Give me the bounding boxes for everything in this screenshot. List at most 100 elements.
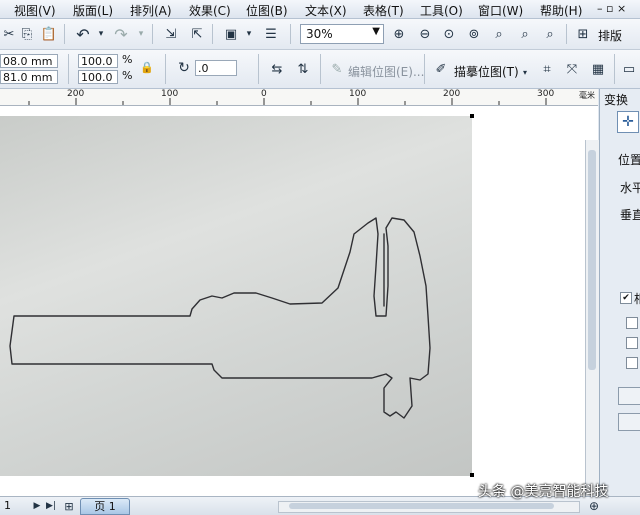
docker-tab-transform[interactable]: 变换: [604, 91, 628, 108]
transform-docker: 变换 ✛ 位置 水平 垂直 ✔ 相: [599, 89, 640, 514]
horizontal-label: 水平: [620, 181, 640, 195]
trace-bitmap-button[interactable]: 描摹位图(T): [454, 63, 519, 80]
lock-ratio-icon[interactable]: 🔒: [138, 58, 156, 76]
export-icon[interactable]: ⇱: [188, 25, 206, 43]
menu-effects[interactable]: 效果(C): [189, 2, 231, 19]
separator: [424, 54, 425, 84]
application-launcher-icon[interactable]: ▣: [222, 25, 240, 43]
menu-table[interactable]: 表格(T): [363, 2, 404, 19]
anchor-checkbox[interactable]: [626, 357, 638, 369]
ruler-tick-label: 0: [261, 89, 267, 99]
undo-dropdown-icon[interactable]: ▾: [92, 25, 110, 43]
relative-position-checkbox[interactable]: ✔: [620, 292, 632, 304]
scale-y-field[interactable]: 100.0: [78, 70, 118, 84]
watermark: 头条 @美亮智能科技: [478, 484, 609, 500]
zoom-selected-icon[interactable]: ⊙: [440, 25, 458, 43]
menu-text[interactable]: 文本(X): [305, 2, 347, 19]
apply-copy-button[interactable]: [618, 413, 640, 431]
zoom-all-icon[interactable]: ⊚: [465, 25, 483, 43]
separator: [320, 54, 321, 84]
menu-window[interactable]: 窗口(W): [478, 2, 523, 19]
zoom-height-icon[interactable]: ⌕: [541, 25, 559, 43]
window-controls[interactable]: – ▫ ×: [597, 2, 626, 15]
position-transform-icon[interactable]: ✛: [617, 111, 639, 133]
selection-handle[interactable]: [470, 473, 474, 477]
scale-x-field[interactable]: 100.0: [78, 54, 118, 68]
apply-button[interactable]: [618, 387, 640, 405]
vertical-label: 垂直: [620, 208, 640, 222]
vertical-scrollbar[interactable]: [585, 140, 599, 496]
crop-bitmap-icon[interactable]: ⌗: [538, 60, 556, 78]
menu-bitmaps[interactable]: 位图(B): [246, 2, 288, 19]
cut-icon[interactable]: ✂: [0, 25, 18, 43]
horizontal-scroll-thumb[interactable]: [289, 503, 554, 509]
bitmap-color-mask-icon[interactable]: ▦: [589, 60, 607, 78]
layout-icon[interactable]: ⊞: [574, 25, 592, 43]
ruler-tick-label: 200: [67, 89, 85, 99]
zoom-width-icon[interactable]: ⌕: [516, 25, 534, 43]
zoom-out-icon[interactable]: ⊖: [416, 25, 434, 43]
x-position-field[interactable]: 08.0 mm: [0, 54, 58, 68]
zoom-in-icon[interactable]: ⊕: [390, 25, 408, 43]
bitmap-image[interactable]: [0, 116, 472, 476]
ruler-ticks: [28, 98, 547, 105]
page-number: 1: [4, 499, 11, 512]
separator: [566, 24, 567, 44]
zoom-page-icon[interactable]: ⌕: [490, 25, 508, 43]
zoom-level-value: 30%: [306, 27, 333, 41]
menu-arrange[interactable]: 排列(A): [130, 2, 172, 19]
ruler-tick-label: 200: [443, 89, 461, 99]
menu-tools[interactable]: 工具(O): [420, 2, 463, 19]
chevron-down-icon: ▼: [372, 26, 380, 37]
resample-icon[interactable]: ⤧: [563, 60, 581, 78]
menu-help[interactable]: 帮助(H): [540, 2, 582, 19]
trace-bitmap-icon[interactable]: ✐: [432, 60, 450, 78]
y-position-field[interactable]: 81.0 mm: [0, 70, 58, 84]
edit-bitmap-icon[interactable]: ✎: [328, 60, 346, 78]
position-label: 位置: [618, 153, 640, 167]
page-tab[interactable]: 页 1: [80, 498, 130, 515]
rotation-angle-field[interactable]: .0: [195, 60, 237, 76]
vertical-scroll-thumb[interactable]: [588, 150, 596, 370]
standard-toolbar: ✂ ⎘ 📋 ↶ ▾ ↷ ▾ ⇲ ⇱ ▣ ▾ ☰ 30% ▼ ⊕ ⊖ ⊙ ⊚ ⌕ …: [0, 19, 640, 50]
redo-dropdown-icon[interactable]: ▾: [132, 25, 150, 43]
last-page-icon[interactable]: ▶|: [42, 497, 60, 515]
copy-icon[interactable]: ⎘: [18, 25, 36, 43]
ruler-tick-label: 100: [349, 89, 367, 99]
mirror-vertical-icon[interactable]: ⇅: [294, 60, 312, 78]
menu-bar: 视图(V) 版面(L) 排列(A) 效果(C) 位图(B) 文本(X) 表格(T…: [0, 0, 640, 19]
launcher-dropdown-icon[interactable]: ▾: [240, 25, 258, 43]
rotate-icon: ↻: [178, 60, 190, 76]
menu-layout[interactable]: 版面(L): [73, 2, 113, 19]
add-page-icon[interactable]: ⊞: [60, 497, 78, 515]
separator: [68, 54, 69, 84]
percent-label: %: [122, 69, 133, 82]
edit-bitmap-button[interactable]: 编辑位图(E)...: [348, 63, 424, 80]
ruler-tick-label: 300: [537, 89, 555, 99]
separator: [290, 24, 291, 44]
welcome-screen-icon[interactable]: ☰: [262, 25, 280, 43]
separator: [258, 54, 259, 84]
anchor-checkbox[interactable]: [626, 317, 638, 329]
selection-handle[interactable]: [470, 114, 474, 118]
ruler-tick-label: 100: [161, 89, 179, 99]
horizontal-ruler[interactable]: 200 100 0 100 200 300 毫米: [0, 89, 598, 106]
paste-icon[interactable]: 📋: [40, 25, 58, 43]
ruler-unit-label: 毫米: [579, 91, 595, 100]
redo-icon[interactable]: ↷: [112, 25, 130, 44]
link-bitmap-icon[interactable]: ▭: [620, 60, 638, 78]
mirror-horizontal-icon[interactable]: ⇆: [268, 60, 286, 78]
zoom-level-select[interactable]: 30% ▼: [300, 24, 384, 44]
anchor-checkbox[interactable]: [626, 337, 638, 349]
menu-view[interactable]: 视图(V): [14, 2, 56, 19]
layout-label[interactable]: 排版: [598, 27, 622, 44]
separator: [614, 54, 615, 84]
property-bar: 08.0 mm 81.0 mm 100.0 100.0 % % 🔒 ↻ .0 ⇆…: [0, 50, 640, 89]
separator: [212, 24, 213, 44]
percent-label: %: [122, 53, 133, 66]
import-icon[interactable]: ⇲: [162, 25, 180, 43]
undo-icon[interactable]: ↶: [74, 25, 92, 44]
trace-dropdown-icon[interactable]: ▾: [516, 63, 534, 81]
horizontal-scrollbar[interactable]: [278, 501, 580, 513]
caliper-sketch: [9, 217, 431, 419]
